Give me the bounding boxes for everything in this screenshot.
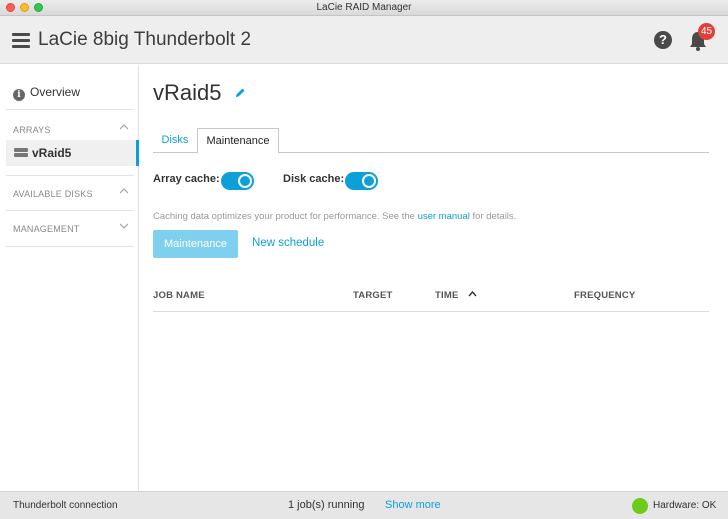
section-label: ARRAYS [13,125,51,135]
sort-up-icon[interactable] [468,290,477,298]
minimize-window-button[interactable] [20,3,29,12]
help-icon[interactable]: ? [654,31,672,49]
tab-maintenance[interactable]: Maintenance [197,128,279,154]
sidebar-section-management[interactable]: MANAGEMENT [13,223,128,234]
array-cache-label: Array cache: [153,173,220,185]
maximize-window-button[interactable] [34,3,43,12]
pencil-icon[interactable] [235,87,246,98]
connection-status: Thunderbolt connection [13,500,118,511]
window-title: LaCie RAID Manager [316,2,412,13]
app-window: LaCie RAID Manager LaCie 8big Thunderbol… [0,0,728,519]
chevron-up-icon [120,124,128,130]
caption-text: Caching data optimizes your product for … [153,211,418,222]
hardware-status: Hardware: OK [653,500,717,511]
cache-caption: Caching data optimizes your product for … [153,211,516,222]
page-title: vRaid5 [153,80,222,105]
sidebar-item-label: vRaid5 [32,146,72,160]
sidebar-divider [6,246,134,247]
status-bar: Thunderbolt connection 1 job(s) running … [0,491,728,519]
sidebar-item-overview[interactable]: i Overview [13,85,80,101]
sidebar-divider [6,175,134,176]
tab-bar: Disks Maintenance [153,128,709,154]
sidebar-divider [6,109,134,110]
user-manual-link[interactable]: user manual [418,211,470,222]
close-window-button[interactable] [6,3,15,12]
disk-cache-toggle[interactable] [345,172,378,190]
app-header: LaCie 8big Thunderbolt 2 ? 45 [0,16,728,64]
window-titlebar: LaCie RAID Manager [0,0,728,16]
sidebar-section-available-disks[interactable]: AVAILABLE DISKS [13,188,128,199]
sidebar-item-vraid5[interactable]: vRaid5 [6,140,139,166]
column-header-target[interactable]: TARGET [353,290,393,301]
column-header-time[interactable]: TIME [435,290,459,301]
info-icon: i [13,89,25,101]
section-label: AVAILABLE DISKS [13,189,93,199]
sidebar: i Overview ARRAYS vRaid5 AVAILABLE DISKS … [0,65,139,491]
section-label: MANAGEMENT [13,224,80,234]
status-dot-icon [632,498,648,514]
caption-text: for details. [469,211,517,222]
notification-count-badge: 45 [698,23,715,40]
chevron-down-icon [120,223,128,229]
show-more-link[interactable]: Show more [385,499,441,511]
new-schedule-link[interactable]: New schedule [252,237,324,249]
menu-icon[interactable] [12,33,30,49]
column-header-job-name[interactable]: JOB NAME [153,290,205,301]
disk-cache-label: Disk cache: [283,173,345,185]
column-header-frequency[interactable]: FREQUENCY [574,290,635,301]
tab-disks[interactable]: Disks [153,128,197,153]
sidebar-item-label: Overview [30,85,81,99]
array-cache-toggle[interactable] [221,172,254,190]
sidebar-section-arrays[interactable]: ARRAYS [13,124,128,135]
chevron-up-icon [120,188,128,194]
disk-icon [14,148,28,157]
jobs-running-status: 1 job(s) running [288,499,365,511]
jobs-table-header: JOB NAME TARGET TIME FREQUENCY [153,288,709,312]
sidebar-divider [6,210,134,211]
app-title: LaCie 8big Thunderbolt 2 [38,29,252,50]
maintenance-button[interactable]: Maintenance [153,230,238,258]
